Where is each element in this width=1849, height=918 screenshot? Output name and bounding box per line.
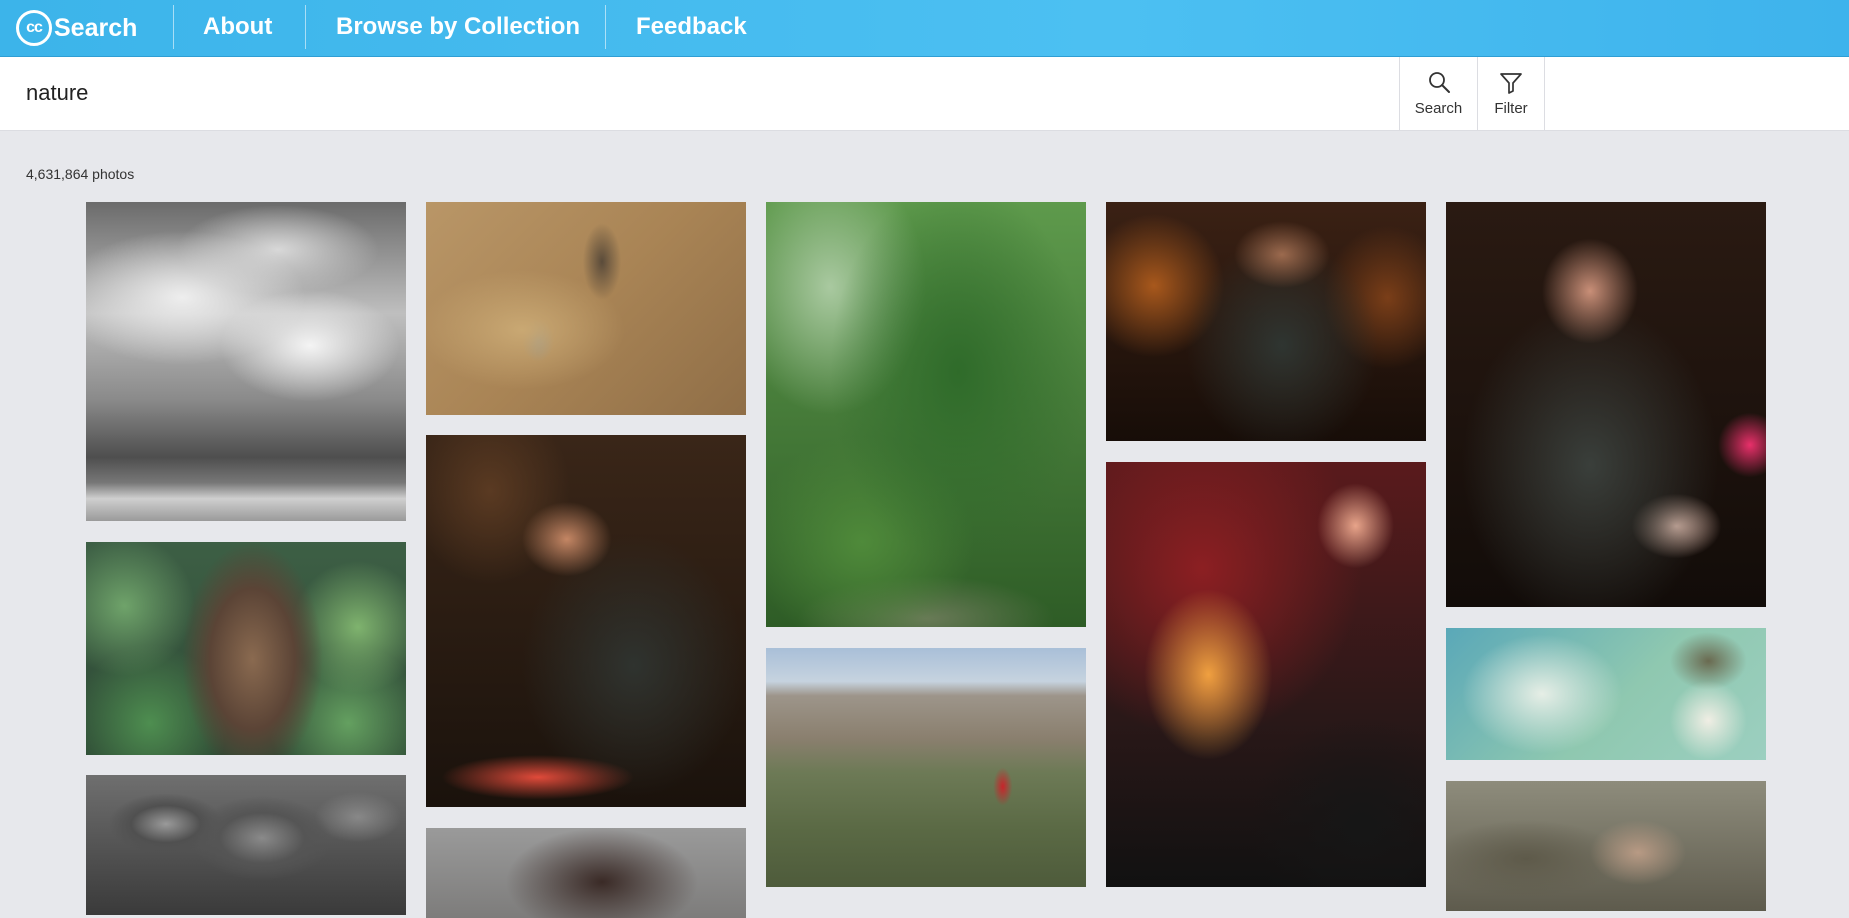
photo-tile-dj-phone[interactable] (1446, 202, 1766, 607)
photo-tile-ivy[interactable] (86, 542, 406, 755)
ivy-stump-image (86, 542, 406, 755)
filter-button-label: Filter (1494, 100, 1528, 117)
dried-flowers-image (426, 828, 746, 918)
photo-tile-tree[interactable] (766, 202, 1086, 627)
cc-logo-icon: cc (16, 10, 52, 46)
top-navigation-bar: cc Search About Browse by Collection Fee… (0, 0, 1849, 57)
photo-tile-dried-flowers[interactable] (426, 828, 746, 918)
result-count: 4,631,864 photos (26, 166, 135, 182)
branch-lantern-image (426, 202, 746, 415)
tree-canopy-image (766, 202, 1086, 627)
nav-divider (605, 5, 606, 49)
nav-link-about[interactable]: About (203, 13, 272, 41)
filter-button[interactable]: Filter (1477, 57, 1545, 130)
funnel-icon (1500, 73, 1522, 94)
nav-link-feedback[interactable]: Feedback (636, 13, 747, 41)
nav-link-browse-by-collection[interactable]: Browse by Collection (336, 13, 580, 41)
photo-tile-branch-lantern[interactable] (426, 202, 746, 415)
nav-divider (173, 5, 174, 49)
photo-tile-dj-headphones[interactable] (426, 435, 746, 807)
photo-tile-forest-man[interactable] (1446, 781, 1766, 911)
photo-tile-field[interactable] (766, 648, 1086, 887)
photo-tile-storm-clouds[interactable] (86, 202, 406, 521)
dj-headphones-image (426, 435, 746, 807)
photo-tile-magazine[interactable] (1446, 628, 1766, 760)
magazine-image (1446, 628, 1766, 760)
photo-tile-mushrooms[interactable] (86, 775, 406, 915)
search-bar: Search Filter (0, 57, 1849, 131)
dj-mixer-image (1106, 462, 1426, 887)
storm-clouds-image (86, 202, 406, 521)
nav-divider (305, 5, 306, 49)
magnifier-icon (1428, 72, 1450, 93)
logo-text: Search (54, 13, 138, 42)
photo-tile-dj-mixer[interactable] (1106, 462, 1426, 887)
field-dog-image (766, 648, 1086, 887)
forest-man-image (1446, 781, 1766, 911)
mushrooms-image (86, 775, 406, 915)
cc-search-logo[interactable]: cc Search (16, 7, 137, 49)
search-button[interactable]: Search (1399, 57, 1477, 130)
search-button-label: Search (1414, 100, 1463, 117)
photo-tile-dj-turntable[interactable] (1106, 202, 1426, 441)
dj-phone-image (1446, 202, 1766, 607)
search-input[interactable] (10, 69, 1390, 117)
dj-turntable-image (1106, 202, 1426, 441)
